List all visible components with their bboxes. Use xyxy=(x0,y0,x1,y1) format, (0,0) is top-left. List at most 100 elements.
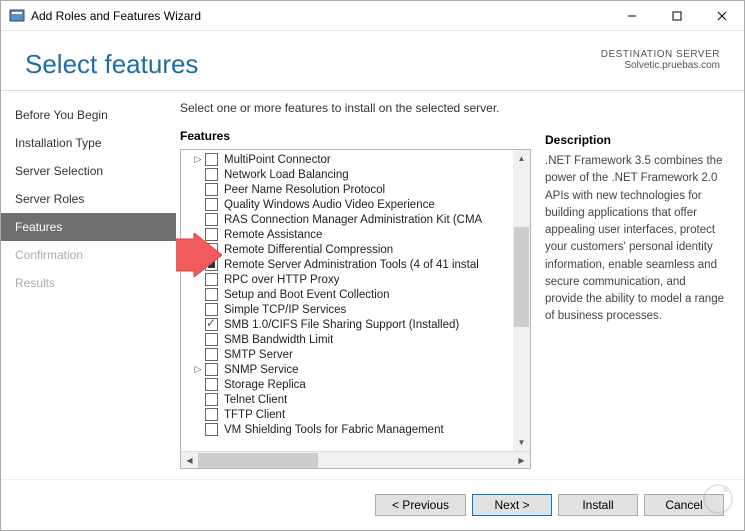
feature-label: RAS Connection Manager Administration Ki… xyxy=(224,214,482,226)
feature-item[interactable]: Peer Name Resolution Protocol xyxy=(181,182,530,197)
features-heading: Features xyxy=(180,129,531,143)
feature-checkbox[interactable] xyxy=(205,393,218,406)
feature-label: Telnet Client xyxy=(224,394,287,406)
feature-checkbox[interactable] xyxy=(205,363,218,376)
features-listbox[interactable]: ▷ MultiPoint Connector Network Load Balanc… xyxy=(180,149,531,469)
step-features[interactable]: Features xyxy=(1,213,176,241)
destination-label: DESTINATION SERVER xyxy=(601,49,720,60)
feature-item[interactable]: ▷ MultiPoint Connector xyxy=(181,152,530,167)
feature-label: Remote Server Administration Tools (4 of… xyxy=(224,259,479,271)
feature-checkbox[interactable] xyxy=(205,153,218,166)
feature-label: SNMP Service xyxy=(224,364,299,376)
feature-item[interactable]: Remote Differential Compression xyxy=(181,242,530,257)
feature-label: Remote Assistance xyxy=(224,229,322,241)
feature-label: SMTP Server xyxy=(224,349,293,361)
feature-label: Peer Name Resolution Protocol xyxy=(224,184,385,196)
feature-checkbox[interactable] xyxy=(205,213,218,226)
scroll-right-icon[interactable]: ▶ xyxy=(513,452,530,469)
app-icon xyxy=(9,8,25,24)
feature-item[interactable]: TFTP Client xyxy=(181,407,530,422)
feature-label: SMB 1.0/CIFS File Sharing Support (Insta… xyxy=(224,319,459,331)
page-title: Select features xyxy=(25,49,198,80)
watermark-icon xyxy=(698,479,738,524)
scroll-left-icon[interactable]: ◀ xyxy=(181,452,198,469)
step-installation-type[interactable]: Installation Type xyxy=(1,129,176,157)
feature-item[interactable]: Setup and Boot Event Collection xyxy=(181,287,530,302)
feature-label: Setup and Boot Event Collection xyxy=(224,289,390,301)
wizard-header: Select features DESTINATION SERVER Solve… xyxy=(1,31,744,91)
feature-item[interactable]: Storage Replica xyxy=(181,377,530,392)
feature-checkbox[interactable] xyxy=(205,183,218,196)
description-heading: Description xyxy=(545,133,726,147)
titlebar: Add Roles and Features Wizard xyxy=(1,1,744,31)
step-confirmation: Confirmation xyxy=(1,241,176,269)
scroll-up-icon[interactable]: ▲ xyxy=(513,150,530,167)
feature-label: Remote Differential Compression xyxy=(224,244,393,256)
feature-label: SMB Bandwidth Limit xyxy=(224,334,333,346)
expand-icon[interactable]: ▷ xyxy=(193,154,203,165)
feature-item[interactable]: Network Load Balancing xyxy=(181,167,530,182)
wizard-window: Add Roles and Features Wizard Select fea… xyxy=(0,0,745,531)
feature-item[interactable]: RPC over HTTP Proxy xyxy=(181,272,530,287)
horizontal-scrollbar[interactable]: ◀ ▶ xyxy=(181,451,530,468)
feature-item[interactable]: Remote Assistance xyxy=(181,227,530,242)
feature-checkbox[interactable] xyxy=(205,273,218,286)
destination-value: Solvetic.pruebas.com xyxy=(601,60,720,71)
feature-checkbox[interactable] xyxy=(205,243,218,256)
maximize-button[interactable] xyxy=(654,1,699,31)
feature-checkbox[interactable] xyxy=(205,348,218,361)
description-text: .NET Framework 3.5 combines the power of… xyxy=(545,153,726,326)
feature-item[interactable]: Quality Windows Audio Video Experience xyxy=(181,197,530,212)
scroll-thumb[interactable] xyxy=(514,227,529,327)
feature-item[interactable]: ▷ SNMP Service xyxy=(181,362,530,377)
previous-button[interactable]: < Previous xyxy=(375,494,466,516)
feature-label: VM Shielding Tools for Fabric Management xyxy=(224,424,444,436)
feature-item[interactable]: VM Shielding Tools for Fabric Management xyxy=(181,422,530,437)
description-column: Description .NET Framework 3.5 combines … xyxy=(531,101,726,469)
instruction-text: Select one or more features to install o… xyxy=(180,101,531,115)
main-panel: Select one or more features to install o… xyxy=(176,91,744,479)
next-button[interactable]: Next > xyxy=(472,494,552,516)
feature-label: RPC over HTTP Proxy xyxy=(224,274,339,286)
feature-checkbox[interactable] xyxy=(205,198,218,211)
feature-item[interactable]: SMB 1.0/CIFS File Sharing Support (Insta… xyxy=(181,317,530,332)
feature-checkbox[interactable] xyxy=(205,168,218,181)
features-column: Select one or more features to install o… xyxy=(180,101,531,469)
vertical-scrollbar[interactable]: ▲ ▼ xyxy=(513,150,530,451)
feature-checkbox[interactable] xyxy=(205,318,218,331)
feature-checkbox[interactable] xyxy=(205,423,218,436)
feature-checkbox[interactable] xyxy=(205,303,218,316)
feature-checkbox[interactable] xyxy=(205,408,218,421)
wizard-body: Before You BeginInstallation TypeServer … xyxy=(1,91,744,479)
feature-item[interactable]: ▷ Remote Server Administration Tools (4 o… xyxy=(181,257,530,272)
feature-checkbox[interactable] xyxy=(205,258,218,271)
expand-icon[interactable]: ▷ xyxy=(193,259,203,270)
feature-label: Storage Replica xyxy=(224,379,306,391)
step-before-you-begin[interactable]: Before You Begin xyxy=(1,101,176,129)
minimize-button[interactable] xyxy=(609,1,654,31)
step-results: Results xyxy=(1,269,176,297)
scroll-thumb-h[interactable] xyxy=(198,453,318,468)
destination-info: DESTINATION SERVER Solvetic.pruebas.com xyxy=(601,49,720,71)
feature-item[interactable]: Telnet Client xyxy=(181,392,530,407)
step-server-roles[interactable]: Server Roles xyxy=(1,185,176,213)
feature-label: Network Load Balancing xyxy=(224,169,349,181)
feature-item[interactable]: SMTP Server xyxy=(181,347,530,362)
feature-label: MultiPoint Connector xyxy=(224,154,331,166)
expand-icon[interactable]: ▷ xyxy=(193,364,203,375)
feature-label: Simple TCP/IP Services xyxy=(224,304,346,316)
feature-label: TFTP Client xyxy=(224,409,285,421)
feature-item[interactable]: SMB Bandwidth Limit xyxy=(181,332,530,347)
window-title: Add Roles and Features Wizard xyxy=(31,9,609,23)
feature-checkbox[interactable] xyxy=(205,378,218,391)
step-server-selection[interactable]: Server Selection xyxy=(1,157,176,185)
wizard-footer: < Previous Next > Install Cancel xyxy=(1,479,744,530)
scroll-down-icon[interactable]: ▼ xyxy=(513,434,530,451)
feature-item[interactable]: RAS Connection Manager Administration Ki… xyxy=(181,212,530,227)
feature-checkbox[interactable] xyxy=(205,333,218,346)
feature-checkbox[interactable] xyxy=(205,288,218,301)
feature-checkbox[interactable] xyxy=(205,228,218,241)
install-button[interactable]: Install xyxy=(558,494,638,516)
feature-item[interactable]: Simple TCP/IP Services xyxy=(181,302,530,317)
close-button[interactable] xyxy=(699,1,744,31)
